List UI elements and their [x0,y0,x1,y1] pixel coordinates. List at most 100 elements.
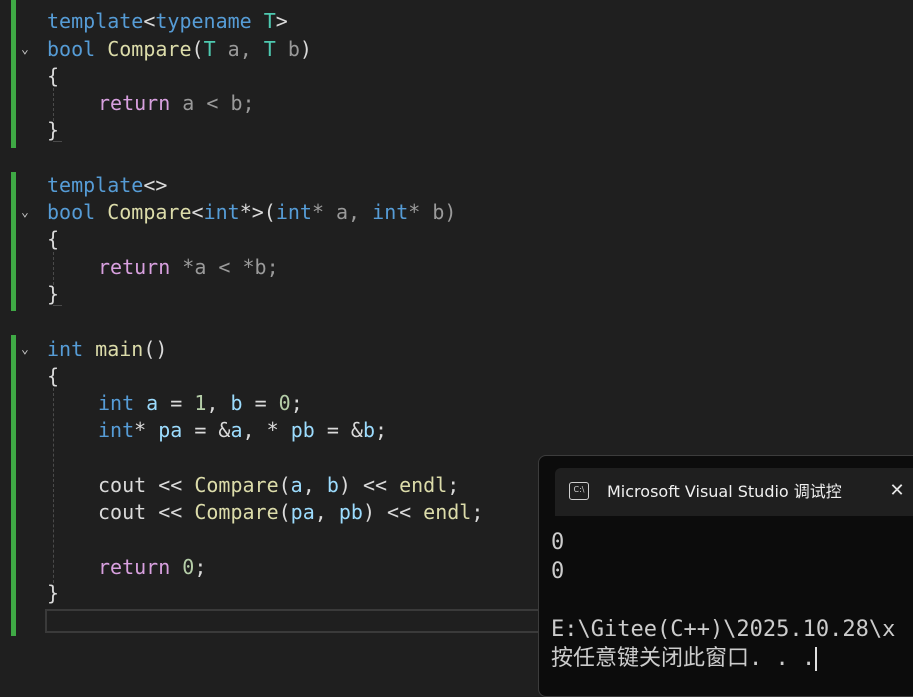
param: * b) [408,200,457,224]
console-title: Microsoft Visual Studio 调试控 [607,482,842,501]
console-output[interactable]: 0 0 E:\Gitee(C++)\2025.10.28\x 按任意键关闭此窗口… [551,528,913,673]
operator: ) << [338,473,400,497]
function-name: Compare [194,473,279,497]
fold-chevron-icon[interactable]: ⌄ [21,43,35,57]
punct: ; [194,555,207,579]
punct: ; [471,500,484,524]
punct: * [134,418,159,442]
terminal-icon: C:\ [569,482,589,500]
code-line[interactable]: int main() [47,336,167,363]
variable: b [326,473,339,497]
function-name: Compare [194,500,279,524]
console-line: E:\Gitee(C++)\2025.10.28\x [551,617,896,642]
fold-chevron-icon[interactable]: ⌄ [21,343,35,357]
operator: = & [314,418,363,442]
indent-guide [53,388,55,588]
code-line[interactable]: } [47,281,59,308]
keyword: bool [47,200,96,224]
punct: () [143,337,168,361]
code-line[interactable]: } [47,580,59,607]
keyword: bool [47,37,96,61]
param: * a, [311,200,373,224]
function-name: endl [399,473,448,497]
punct: > [275,9,288,33]
punct: *>( [239,200,276,224]
param: a, [215,37,264,61]
function-name: main [95,337,144,361]
console-titlebar[interactable]: C:\ Microsoft Visual Studio 调试控 ✕ [555,468,913,516]
punct: ; [375,418,388,442]
number: 1 [194,391,207,415]
punct: ( [278,473,291,497]
code-line[interactable]: bool Compare<int*>(int* a, int* b) [47,199,456,226]
brace: { [47,64,60,88]
code-line[interactable]: } [47,117,59,144]
punct: , [314,500,339,524]
fold-chevron-icon[interactable]: ⌄ [21,206,35,220]
keyword: int [372,200,409,224]
keyword: int [203,200,240,224]
keyword: int [98,418,135,442]
code-line[interactable]: { [47,363,59,390]
variable: a [290,473,303,497]
variable: a [230,418,243,442]
variable: pb [338,500,363,524]
code-line[interactable]: cout << Compare(a, b) << endl; [98,472,459,499]
keyword: int [275,200,312,224]
keyword: template [47,9,144,33]
code-line[interactable]: bool Compare(T a, T b) [47,36,312,63]
punct: <> [143,173,168,197]
brace: } [47,581,60,605]
punct: , [206,391,231,415]
text-caret [815,647,818,671]
punct: , [302,473,327,497]
punct: ( [278,500,291,524]
brace: } [47,282,60,306]
param: b [275,37,300,61]
type-param: T [251,9,276,33]
function-name: Compare [107,200,192,224]
keyword: int [47,337,84,361]
code-line[interactable]: return 0; [98,554,206,581]
punct: < [143,9,156,33]
operator: = & [182,418,231,442]
console-line: 0 [551,559,565,584]
code-line[interactable]: template<typename T> [47,8,288,35]
function-name: endl [423,500,472,524]
expression: *a < *b; [170,255,279,279]
stream: cout << [98,500,195,524]
code-line[interactable]: template<> [47,172,167,199]
keyword-return: return [98,255,171,279]
number: 0 [182,555,195,579]
keyword: template [47,173,144,197]
keyword: int [98,391,135,415]
operator: = [158,391,195,415]
code-line[interactable]: cout << Compare(pa, pb) << endl; [98,499,483,526]
number: 0 [278,391,291,415]
variable: pa [158,418,183,442]
close-icon[interactable]: ✕ [885,479,909,503]
code-line[interactable]: { [47,226,59,253]
punct: ( [191,37,204,61]
debug-console-window[interactable]: C:\ Microsoft Visual Studio 调试控 ✕ 0 0 E:… [538,455,913,697]
keyword-return: return [98,91,171,115]
code-line[interactable]: int a = 1, b = 0; [98,390,303,417]
code-line[interactable]: return a < b; [98,90,255,117]
brace: { [47,227,60,251]
variable: pb [290,418,315,442]
brace: { [47,364,60,388]
gutter-gap [11,311,16,335]
punct: ) [299,37,312,61]
code-line[interactable]: int* pa = &a, * pb = &b; [98,417,387,444]
current-line-highlight[interactable] [45,609,545,633]
punct: , * [242,418,291,442]
punct: ; [447,473,460,497]
type-param: T [203,37,216,61]
stream: cout << [98,473,195,497]
code-line[interactable]: return *a < *b; [98,254,279,281]
code-line[interactable]: { [47,63,59,90]
